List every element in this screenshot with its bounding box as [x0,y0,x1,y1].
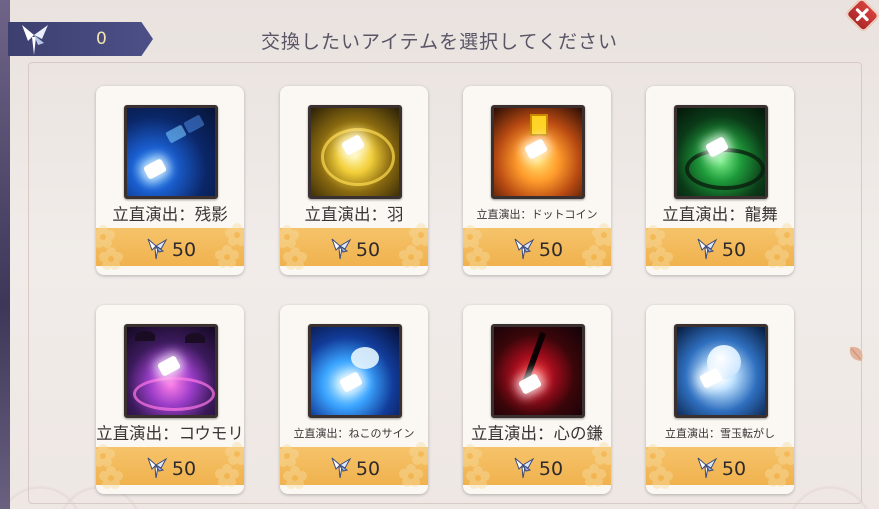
item-thumbnail [491,324,585,418]
mahjong-tile-icon [517,373,543,395]
item-thumbnail [491,105,585,199]
price-value: 50 [538,239,564,261]
item-name: 立直演出：ドットコイン [476,208,598,221]
mahjong-tile-icon [523,138,549,160]
item-thumbnail [674,324,768,418]
item-price: 50 [280,455,428,480]
item-price: 50 [646,236,794,261]
item-thumbnail [674,105,768,199]
price-value: 50 [355,458,381,480]
item-thumbnail [124,105,218,199]
item-price: 50 [96,236,244,261]
item-card[interactable]: 立直演出：残影 50 [96,86,244,275]
item-name: 立直演出：残影 [112,205,228,224]
item-price: 50 [463,455,611,480]
background-left-strip [0,0,10,509]
price-value: 50 [171,458,197,480]
price-value: 50 [538,458,564,480]
price-value: 50 [355,239,381,261]
item-name: 立直演出：コウモリ [96,424,244,443]
price-value: 50 [721,458,747,480]
mahjong-tile-icon [338,371,364,393]
close-x-icon [855,8,869,22]
price-value: 50 [721,239,747,261]
item-price: 50 [280,236,428,261]
feather-key-icon [514,457,535,479]
item-card[interactable]: 立直演出：龍舞 50 [646,86,794,275]
feather-key-icon [331,238,352,260]
item-thumbnail [308,105,402,199]
item-card[interactable]: 立直演出：ドットコイン 50 [463,86,611,275]
item-price: 50 [646,455,794,480]
feather-key-icon [147,457,168,479]
mahjong-tile-icon [142,158,168,180]
page-title: 交換したいアイテムを選択してください [261,31,618,53]
item-price: 50 [96,455,244,480]
item-price: 50 [463,236,611,261]
item-card[interactable]: 立直演出：コウモリ 50 [96,305,244,494]
item-name: 立直演出：ねこのサイン [293,427,415,440]
scroll-petal-icon[interactable] [845,343,867,365]
feather-key-icon [514,238,535,260]
item-card[interactable]: 立直演出：雪玉転がし 50 [646,305,794,494]
item-card[interactable]: 立直演出：心の鎌 50 [463,305,611,494]
mahjong-tile-icon [156,355,182,377]
price-value: 50 [171,239,197,261]
feather-key-icon [331,457,352,479]
item-thumbnail [308,324,402,418]
item-thumbnail [124,324,218,418]
feather-key-icon [147,238,168,260]
item-card[interactable]: 立直演出：羽 50 [280,86,428,275]
feather-key-icon [697,238,718,260]
item-name: 立直演出：龍舞 [662,205,778,224]
item-name: 立直演出：雪玉転がし [665,427,775,440]
feather-key-icon [697,457,718,479]
item-name: 立直演出：羽 [304,205,404,224]
item-name: 立直演出：心の鎌 [471,424,603,443]
item-card[interactable]: 立直演出：ねこのサイン 50 [280,305,428,494]
